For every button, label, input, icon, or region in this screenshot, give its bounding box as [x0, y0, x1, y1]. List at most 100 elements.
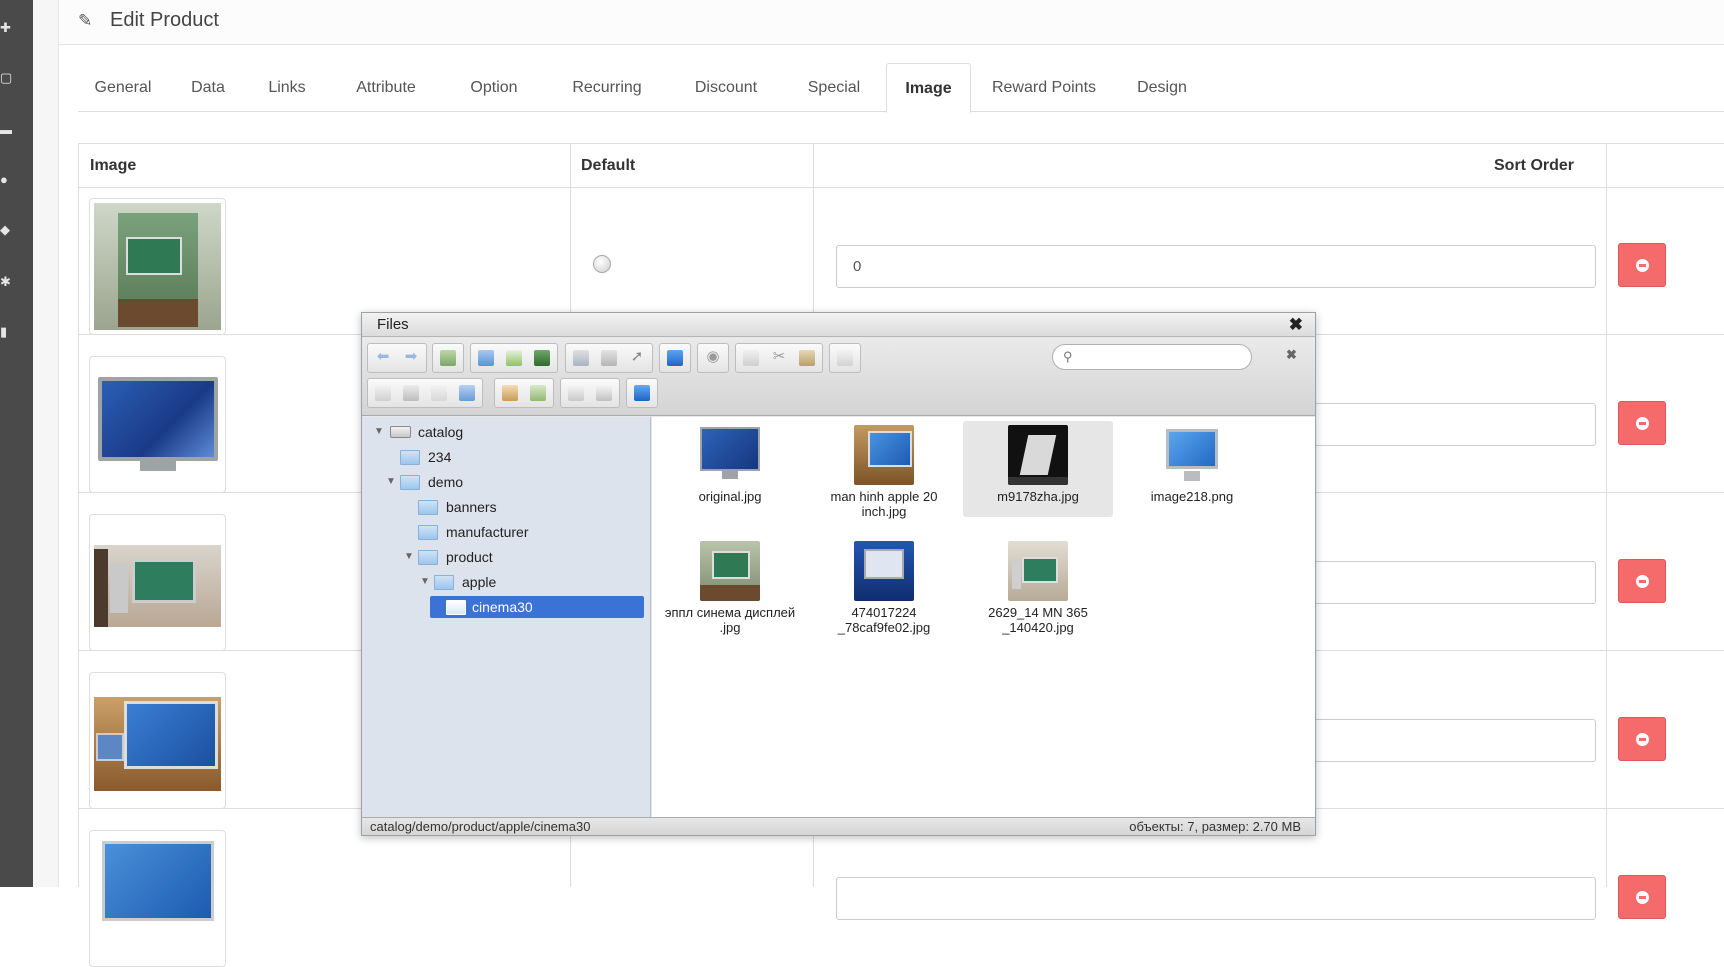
- product-image-thumbnail[interactable]: [89, 198, 226, 335]
- open-button[interactable]: [568, 346, 594, 370]
- file-item[interactable]: 474017224 _78caf9fe02.jpg: [809, 537, 959, 635]
- minus-circle-icon: [1636, 259, 1649, 272]
- file-manager-toolbar: ⬅ ➡ ➚ ◉ ✂ ⚲ ✖: [362, 338, 1315, 416]
- tab-reward-points[interactable]: Reward Points: [975, 63, 1113, 112]
- customers-icon[interactable]: ●: [0, 174, 12, 186]
- close-icon[interactable]: ✖: [1289, 315, 1303, 335]
- sort-order-input[interactable]: 0: [836, 245, 1596, 288]
- tab-links[interactable]: Links: [246, 63, 328, 112]
- reload-icon: [440, 350, 456, 366]
- file-item[interactable]: man hinh apple 20 inch.jpg: [809, 421, 959, 519]
- new-folder-button[interactable]: [473, 346, 499, 370]
- sort-order-input[interactable]: [836, 877, 1596, 920]
- file-item[interactable]: original.jpg: [655, 421, 805, 517]
- download-icon: [601, 350, 617, 366]
- tree-item-label: manufacturer: [446, 524, 529, 540]
- tab-data[interactable]: Data: [172, 63, 244, 112]
- reload-button[interactable]: [435, 346, 461, 370]
- icons-view-button[interactable]: [563, 381, 589, 405]
- tree-item-product[interactable]: ▼ product: [372, 546, 642, 568]
- expand-arrow-icon[interactable]: ▼: [374, 421, 384, 443]
- marketing-icon[interactable]: ◆: [0, 224, 12, 236]
- settings-gear-icon[interactable]: ✱: [0, 276, 12, 288]
- tree-item-cinema30[interactable]: cinema30: [430, 596, 644, 618]
- tree-item-manufacturer[interactable]: manufacturer: [372, 521, 642, 543]
- file-thumbnail: [854, 541, 914, 601]
- folder-stats: объекты: 7, размер: 2.70 MB: [1129, 819, 1301, 834]
- list-view-button[interactable]: [591, 381, 617, 405]
- toolbar-group-file: [470, 343, 558, 373]
- default-image-radio[interactable]: [593, 255, 611, 273]
- back-button[interactable]: ⬅: [370, 346, 396, 370]
- tab-image[interactable]: Image: [886, 63, 971, 113]
- tab-option[interactable]: Option: [445, 63, 543, 112]
- remove-image-button[interactable]: [1618, 401, 1666, 445]
- panel-heading: ✎ Edit Product: [59, 0, 1724, 45]
- expand-arrow-icon[interactable]: ▼: [404, 546, 414, 568]
- copy-icon: [743, 350, 759, 366]
- archive-button[interactable]: [497, 381, 523, 405]
- minus-circle-icon: [1636, 575, 1649, 588]
- product-image-thumbnail[interactable]: [89, 830, 226, 967]
- grid-view-icon: [568, 385, 584, 401]
- duplicate-button[interactable]: [370, 381, 396, 405]
- product-image-thumbnail[interactable]: [89, 672, 226, 809]
- copy-button[interactable]: [738, 346, 764, 370]
- remove-image-button[interactable]: [1618, 717, 1666, 761]
- toolbar-group-info: [659, 343, 691, 373]
- tab-general[interactable]: General: [78, 63, 168, 112]
- dialog-titlebar[interactable]: Files ✖: [362, 313, 1315, 337]
- tree-item-apple[interactable]: ▼ apple: [372, 571, 642, 593]
- file-item[interactable]: эппл синема дисплей .jpg: [655, 537, 805, 635]
- list-view-icon: [596, 385, 612, 401]
- delete-button[interactable]: [832, 346, 858, 370]
- edit-button[interactable]: [426, 381, 452, 405]
- file-item[interactable]: m9178zha.jpg: [963, 421, 1113, 517]
- tab-special[interactable]: Special: [785, 63, 883, 112]
- remove-image-button[interactable]: [1618, 243, 1666, 287]
- folder-icon: [400, 475, 420, 490]
- help-button[interactable]: [629, 381, 655, 405]
- files-dialog: Files ✖ ⬅ ➡ ➚ ◉ ✂ ⚲ ✖ ▼ catalog 234 ▼ de…: [361, 312, 1316, 836]
- file-search-input[interactable]: ⚲: [1052, 344, 1252, 370]
- eye-icon: ◉: [706, 348, 720, 365]
- select-button[interactable]: ➚: [624, 346, 650, 370]
- remove-image-button[interactable]: [1618, 559, 1666, 603]
- file-thumbnail: [700, 425, 760, 485]
- forward-button[interactable]: ➡: [398, 346, 424, 370]
- info-button[interactable]: [662, 346, 688, 370]
- paste-button[interactable]: [794, 346, 820, 370]
- duplicate-icon: [375, 385, 391, 401]
- extract-button[interactable]: [525, 381, 551, 405]
- tab-design[interactable]: Design: [1117, 63, 1207, 112]
- product-image-thumbnail[interactable]: [89, 356, 226, 493]
- column-header-sort-order: Sort Order: [1494, 157, 1575, 174]
- tree-item-234[interactable]: 234: [372, 446, 642, 468]
- file-thumbnail: [1008, 541, 1068, 601]
- preview-button[interactable]: ◉: [700, 346, 726, 370]
- product-image-thumbnail[interactable]: [89, 514, 226, 651]
- catalog-icon[interactable]: ▢: [0, 72, 12, 84]
- tab-recurring[interactable]: Recurring: [547, 63, 667, 112]
- upload-button[interactable]: [529, 346, 555, 370]
- tree-item-banners[interactable]: banners: [372, 496, 642, 518]
- reports-icon[interactable]: ▮: [0, 326, 12, 338]
- download-button[interactable]: [596, 346, 622, 370]
- resize-button[interactable]: [454, 381, 480, 405]
- search-clear-icon[interactable]: ✖: [1286, 347, 1297, 363]
- tree-item-catalog[interactable]: ▼ catalog: [372, 421, 642, 443]
- tree-item-label: 234: [428, 449, 452, 465]
- cut-button[interactable]: ✂: [766, 346, 792, 370]
- file-item[interactable]: 2629_14 MN 365 _140420.jpg: [963, 537, 1113, 635]
- file-item[interactable]: image218.png: [1117, 421, 1267, 517]
- tab-attribute[interactable]: Attribute: [331, 63, 441, 112]
- expand-arrow-icon[interactable]: ▼: [420, 571, 430, 593]
- extensions-icon[interactable]: ▬: [0, 124, 12, 136]
- expand-arrow-icon[interactable]: ▼: [386, 471, 396, 493]
- new-file-button[interactable]: [501, 346, 527, 370]
- rename-button[interactable]: [398, 381, 424, 405]
- remove-image-button[interactable]: [1618, 875, 1666, 919]
- tree-item-demo[interactable]: ▼ demo: [372, 471, 642, 493]
- dashboard-icon[interactable]: ✚: [0, 22, 12, 34]
- tab-discount[interactable]: Discount: [671, 63, 781, 112]
